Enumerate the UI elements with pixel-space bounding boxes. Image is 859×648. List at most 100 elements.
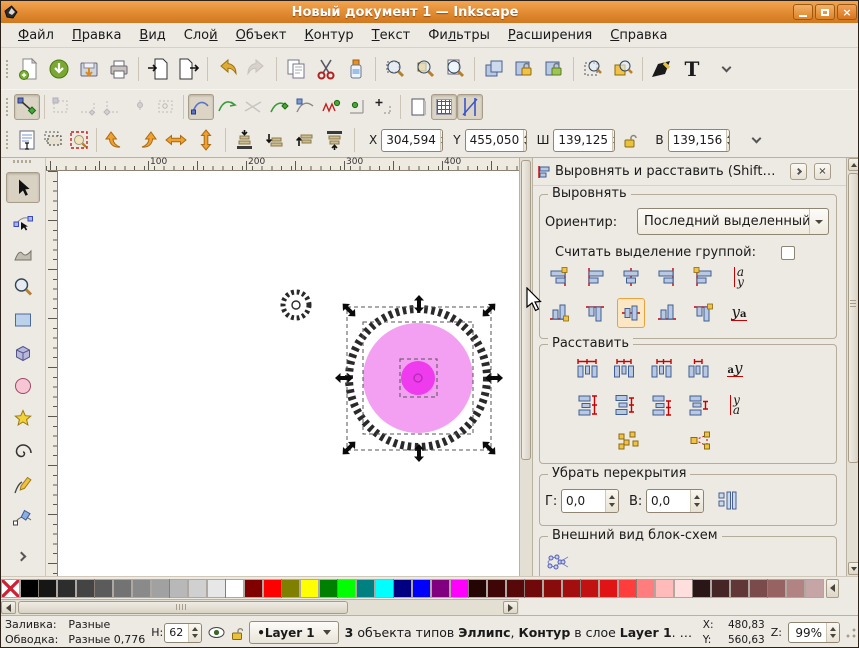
remove-overlaps-button[interactable] xyxy=(715,486,743,516)
color-swatch[interactable] xyxy=(785,578,805,598)
vertical-ruler[interactable] xyxy=(46,171,58,576)
snap-smooth-nodes-toggle[interactable] xyxy=(292,94,318,120)
flip-vertical-button[interactable] xyxy=(191,125,221,155)
save-document-button[interactable] xyxy=(74,54,104,84)
scroll-down-button[interactable] xyxy=(848,562,858,575)
text-dialog-button[interactable]: T xyxy=(677,54,707,84)
distribute-right-edges-button[interactable] xyxy=(647,354,675,384)
palette-scroll-left-button[interactable] xyxy=(826,578,840,598)
color-swatch[interactable] xyxy=(393,578,413,598)
grid-toggle[interactable] xyxy=(431,93,457,120)
menu-filters[interactable]: Фильтры xyxy=(419,26,499,45)
duplicate-button[interactable] xyxy=(479,54,509,84)
color-swatch[interactable] xyxy=(225,578,245,598)
spiral-tool[interactable] xyxy=(6,436,40,467)
snap-bbox-centers-toggle[interactable] xyxy=(153,94,179,120)
export-button[interactable] xyxy=(173,54,203,84)
rotate-cw-button[interactable] xyxy=(131,125,161,155)
color-swatch[interactable] xyxy=(318,578,338,598)
snap-midpoints-toggle[interactable] xyxy=(318,94,344,120)
anchor-dropdown[interactable]: Последний выделенный xyxy=(637,208,829,235)
color-swatch[interactable] xyxy=(374,578,394,598)
color-swatch[interactable] xyxy=(711,578,731,598)
color-swatch[interactable] xyxy=(94,578,114,598)
color-swatch[interactable] xyxy=(561,578,581,598)
align-right-to-left-anchor-button[interactable] xyxy=(545,262,573,292)
center-on-horizontal-axis-button[interactable] xyxy=(617,298,645,328)
align-bottom-to-top-anchor-button[interactable] xyxy=(545,298,573,328)
snap-paths-toggle[interactable] xyxy=(214,94,240,120)
raise-button[interactable] xyxy=(290,125,320,155)
color-swatch[interactable] xyxy=(767,578,787,598)
color-swatch[interactable] xyxy=(337,578,357,598)
toolbar-grip[interactable] xyxy=(6,97,8,116)
align-top-edges-button[interactable] xyxy=(581,298,609,328)
layer-visibility-icon[interactable] xyxy=(208,626,225,639)
enable-snapping-toggle[interactable] xyxy=(14,93,40,120)
color-swatch[interactable] xyxy=(262,578,282,598)
zoom-drawing-button[interactable] xyxy=(410,54,440,84)
opacity-field[interactable]: 62 xyxy=(164,622,203,643)
pen-tool[interactable] xyxy=(6,502,40,533)
color-swatch[interactable] xyxy=(673,578,693,598)
open-document-button[interactable] xyxy=(44,54,74,84)
height-field[interactable]: 139,156 xyxy=(667,128,730,152)
color-swatch[interactable] xyxy=(356,578,376,598)
canvas[interactable]: 100 200 300 400 xyxy=(46,158,519,576)
deselect-button[interactable] xyxy=(66,127,92,153)
toolbox-expander[interactable] xyxy=(9,546,33,566)
color-swatch[interactable] xyxy=(243,578,263,598)
panel-dock-button[interactable] xyxy=(790,163,807,180)
scroll-up-button[interactable] xyxy=(848,158,858,171)
minimize-button[interactable] xyxy=(793,4,813,20)
print-button[interactable] xyxy=(104,54,134,84)
raise-to-top-button[interactable] xyxy=(320,125,350,155)
menu-path[interactable]: Контур xyxy=(295,26,362,45)
color-swatch[interactable] xyxy=(636,578,656,598)
flip-horizontal-button[interactable] xyxy=(161,125,191,155)
snap-bbox-midpoints-toggle[interactable] xyxy=(127,94,153,120)
scroll-left-button[interactable] xyxy=(1,601,16,614)
panel-header[interactable]: Выровнять и расставить (Shift… × xyxy=(533,158,847,186)
color-swatch[interactable] xyxy=(187,578,207,598)
page-border-snap-toggle[interactable] xyxy=(405,94,431,120)
color-swatch[interactable] xyxy=(486,578,506,598)
color-swatch[interactable] xyxy=(169,578,189,598)
guides-toggle[interactable] xyxy=(457,93,483,120)
ellipse-tool[interactable] xyxy=(6,370,40,401)
distribute-centers-vertically-button[interactable] xyxy=(610,390,638,420)
toolbar-overflow-button[interactable] xyxy=(713,56,739,82)
close-button[interactable]: × xyxy=(837,4,857,20)
menu-view[interactable]: Вид xyxy=(130,26,174,45)
unclump-button[interactable] xyxy=(687,426,715,456)
randomize-positions-button[interactable] xyxy=(614,426,642,456)
menu-edit[interactable]: Правка xyxy=(63,26,130,45)
color-swatch[interactable] xyxy=(131,578,151,598)
layer-lock-icon[interactable] xyxy=(231,626,244,640)
distribute-centers-horizontally-button[interactable] xyxy=(610,354,638,384)
box3d-tool[interactable] xyxy=(6,337,40,368)
menu-text[interactable]: Текст xyxy=(363,26,420,45)
find-objects-button[interactable] xyxy=(608,54,638,84)
color-swatch[interactable] xyxy=(468,578,488,598)
snap-rotation-centers-toggle[interactable] xyxy=(370,94,396,120)
spin-arrows[interactable] xyxy=(612,129,615,151)
align-left-edges-button[interactable] xyxy=(581,262,609,292)
rotate-ccw-button[interactable] xyxy=(101,125,131,155)
node-tool[interactable] xyxy=(6,205,40,236)
canvas-vertical-scrollbar[interactable] xyxy=(519,158,532,576)
menu-object[interactable]: Объект xyxy=(227,26,296,45)
title-bar[interactable]: Новый документ 1 — Inkscape × xyxy=(1,1,858,23)
spin-arrows[interactable] xyxy=(826,623,839,642)
import-button[interactable] xyxy=(143,54,173,84)
scrollbar-thumb[interactable] xyxy=(848,173,858,463)
distribute-bottom-edges-button[interactable] xyxy=(647,390,675,420)
snap-bbox-toggle[interactable] xyxy=(49,94,75,120)
color-swatch[interactable] xyxy=(150,578,170,598)
small-gear-path[interactable] xyxy=(280,289,312,321)
color-swatch[interactable] xyxy=(449,578,469,598)
paste-button[interactable] xyxy=(341,54,371,84)
color-swatch[interactable] xyxy=(542,578,562,598)
star-tool[interactable] xyxy=(6,403,40,434)
color-swatch[interactable] xyxy=(430,578,450,598)
